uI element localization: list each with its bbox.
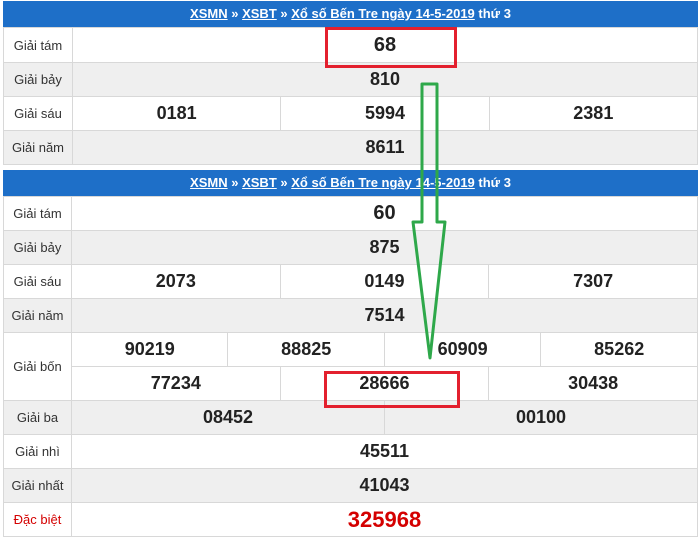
row-g6: Giải sáu 0181 5994 2381 <box>3 96 699 131</box>
row-g4a: Giải bốn 90219 88825 60909 85262 <box>3 332 698 401</box>
row-label-special: Đặc biệt <box>3 502 72 537</box>
row-g2: Giải nhì 45511 <box>3 434 698 469</box>
breadcrumb-separator: » <box>280 6 288 21</box>
prize-4-number: 85262 <box>540 332 698 367</box>
row-g7: Giải bảy 810 <box>3 62 698 97</box>
breadcrumb-separator: » <box>231 6 239 21</box>
prize-8-number: 60 <box>71 196 698 231</box>
row-label: Giải nhất <box>3 468 72 503</box>
special-prize-number: 325968 <box>71 502 698 537</box>
xsbt-link[interactable]: XSBT <box>242 6 277 21</box>
top-header: XSMN » XSBT » Xổ số Bến Tre ngày 14-5-20… <box>3 1 698 27</box>
row-g4b: 77234 28666 30438 <box>4 366 698 401</box>
row-g5: Giải năm 8611 <box>3 130 698 165</box>
row-label: Giải sáu <box>3 264 72 299</box>
draw-date-link[interactable]: Xổ số Bến Tre ngày 14-5-2019 <box>291 175 475 190</box>
row-label: Giải bảy <box>3 230 72 265</box>
row-label: Giải năm <box>3 298 72 333</box>
weekday-text: thứ 3 <box>478 175 511 190</box>
row-g7: Giải bảy 875 <box>3 230 698 265</box>
row-g3: Giải ba 08452 00100 <box>3 400 699 435</box>
weekday-text: thứ 3 <box>478 6 511 21</box>
prize-4-number: 60909 <box>383 332 542 367</box>
xsbt-link[interactable]: XSBT <box>242 175 277 190</box>
breadcrumb-separator: » <box>280 175 288 190</box>
breadcrumb-separator: » <box>231 175 239 190</box>
prize-2-number: 45511 <box>71 434 698 469</box>
xsmn-link[interactable]: XSMN <box>190 6 228 21</box>
row-label: Giải tám <box>3 27 73 63</box>
prize-5-number: 7514 <box>71 298 698 333</box>
prize-8-number: 68 <box>72 27 698 63</box>
row-label: Giải bốn <box>3 332 72 401</box>
prize-3-number: 00100 <box>383 400 699 435</box>
prize-6-number: 0149 <box>279 264 490 299</box>
row-g5: Giải năm 7514 <box>3 298 698 333</box>
prize-4-number: 77234 <box>71 366 281 401</box>
prize-6-number: 0181 <box>71 96 282 131</box>
row-g1: Giải nhất 41043 <box>3 468 698 503</box>
result-block-top: XSMN » XSBT » Xổ số Bến Tre ngày 14-5-20… <box>3 1 699 165</box>
prize-7-number: 810 <box>72 62 698 97</box>
row-label: Giải bảy <box>3 62 73 97</box>
prize-6-number: 5994 <box>280 96 490 131</box>
bottom-results-table: Giải tám 60 Giải bảy 875 Giải sáu 2073 0… <box>3 196 699 537</box>
row-label: Giải năm <box>3 130 73 165</box>
row-special: Đặc biệt 325968 <box>3 502 698 537</box>
prize-4-number: 88825 <box>227 332 385 367</box>
row-g8: Giải tám 60 <box>3 196 698 231</box>
xsmn-link[interactable]: XSMN <box>190 175 228 190</box>
row-g8: Giải tám 68 <box>3 27 698 63</box>
prize-4-number: 28666 <box>279 366 490 401</box>
row-label: Giải nhì <box>3 434 72 469</box>
result-block-bottom: XSMN » XSBT » Xổ số Bến Tre ngày 14-5-20… <box>3 170 699 537</box>
row-g6: Giải sáu 2073 0149 7307 <box>3 264 698 299</box>
draw-date-link[interactable]: Xổ số Bến Tre ngày 14-5-2019 <box>291 6 475 21</box>
row-label: Giải tám <box>3 196 72 231</box>
prize-4-number: 90219 <box>70 332 229 367</box>
prize-6-number: 7307 <box>488 264 698 299</box>
row-label: Giải sáu <box>3 96 73 131</box>
prize-1-number: 41043 <box>71 468 698 503</box>
bottom-header: XSMN » XSBT » Xổ số Bến Tre ngày 14-5-20… <box>3 170 698 196</box>
top-results-table: Giải tám 68 Giải bảy 810 Giải sáu 0181 5… <box>3 27 699 165</box>
prize-7-number: 875 <box>71 230 698 265</box>
prize-4-number: 30438 <box>488 366 698 401</box>
prize-6-number: 2381 <box>488 96 699 131</box>
prize-5-number: 8611 <box>72 130 698 165</box>
row-label: Giải ba <box>3 400 72 435</box>
prize-3-number: 08452 <box>71 400 385 435</box>
prize-6-number: 2073 <box>71 264 281 299</box>
